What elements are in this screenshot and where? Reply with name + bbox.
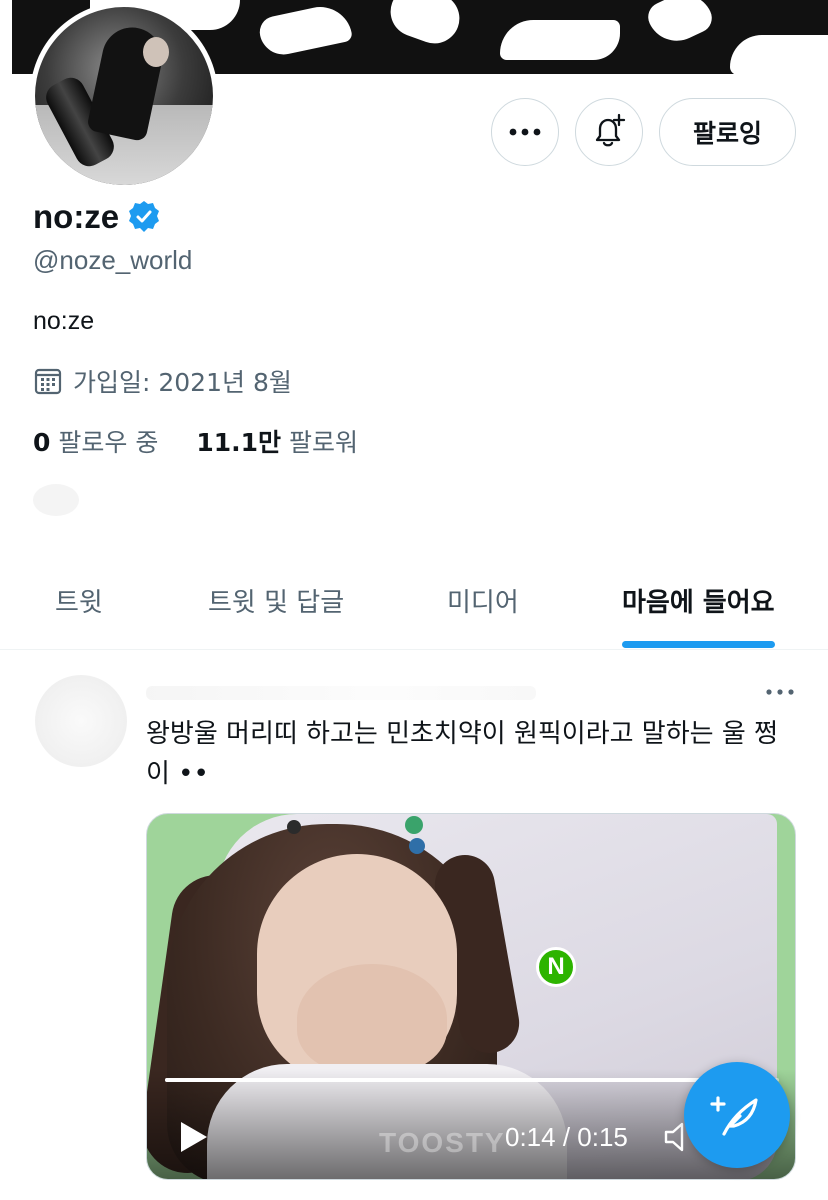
banner-pattern: [643, 0, 717, 51]
follow-stats: 0 팔로우 중 11.1만 팔로워: [33, 423, 358, 459]
notification-bell-plus-icon: [595, 113, 626, 147]
more-horizontal-icon: [766, 689, 794, 695]
joined-date: 가입일: 2021년 8월: [33, 363, 292, 399]
joined-date-text: 가입일: 2021년 8월: [73, 368, 292, 397]
banner-pattern: [0, 0, 12, 74]
followers-label: 팔로워: [289, 428, 359, 457]
video-watermark: TOOSTY: [379, 1127, 506, 1158]
notifications-button[interactable]: [575, 98, 643, 166]
tweet-author-avatar[interactable]: [35, 675, 127, 767]
calendar-icon: [34, 368, 62, 395]
active-tab-indicator: [622, 641, 775, 648]
avatar-image: [35, 7, 213, 185]
display-name: no:ze: [33, 198, 120, 235]
profile-handle: @noze_world: [33, 245, 193, 275]
compose-feather-plus-icon: [710, 1096, 758, 1136]
followed-by-row: [33, 480, 253, 520]
following-count: 0: [33, 428, 51, 457]
more-options-button[interactable]: [491, 98, 559, 166]
compose-tweet-button[interactable]: [684, 1062, 790, 1168]
following-button[interactable]: 팔로잉: [659, 98, 796, 166]
tab-media[interactable]: 미디어: [447, 582, 519, 619]
followers-stat[interactable]: 11.1만 팔로워: [196, 423, 358, 459]
video-progress-fill: [165, 1078, 737, 1082]
following-label: 팔로우 중: [58, 428, 159, 457]
profile-tabs: 트윗 트윗 및 답글 미디어 마음에 들어요: [0, 560, 828, 650]
video-progress-bar[interactable]: [165, 1078, 779, 1082]
tab-tweets[interactable]: 트윗: [55, 582, 103, 619]
banner-pattern: [256, 1, 354, 59]
banner-pattern: [383, 0, 467, 51]
banner-pattern: [500, 20, 620, 60]
tweet-text: 왕방울 머리띠 하고는 민초치약이 원픽이라고 말하는 울 쩡이 ••: [146, 719, 778, 789]
following-stat[interactable]: 0 팔로우 중: [33, 423, 158, 459]
tweet-author-header: [146, 686, 536, 700]
verified-badge-icon[interactable]: [127, 200, 161, 234]
profile-bio: no:ze: [33, 307, 95, 335]
banner-pattern: [730, 35, 828, 74]
tab-tweets-and-replies[interactable]: 트윗 및 답글: [208, 582, 344, 619]
tab-likes[interactable]: 마음에 들어요: [622, 582, 775, 619]
followers-count: 11.1만: [196, 428, 282, 457]
profile-avatar[interactable]: [30, 2, 218, 190]
video-time: 0:14 / 0:15: [505, 1122, 628, 1152]
tweet-more-button[interactable]: [762, 680, 798, 704]
naver-logo-badge: N: [536, 947, 576, 987]
play-icon[interactable]: [177, 1119, 211, 1155]
profile-name-row: no:ze: [33, 198, 161, 236]
more-horizontal-icon: [509, 128, 541, 136]
